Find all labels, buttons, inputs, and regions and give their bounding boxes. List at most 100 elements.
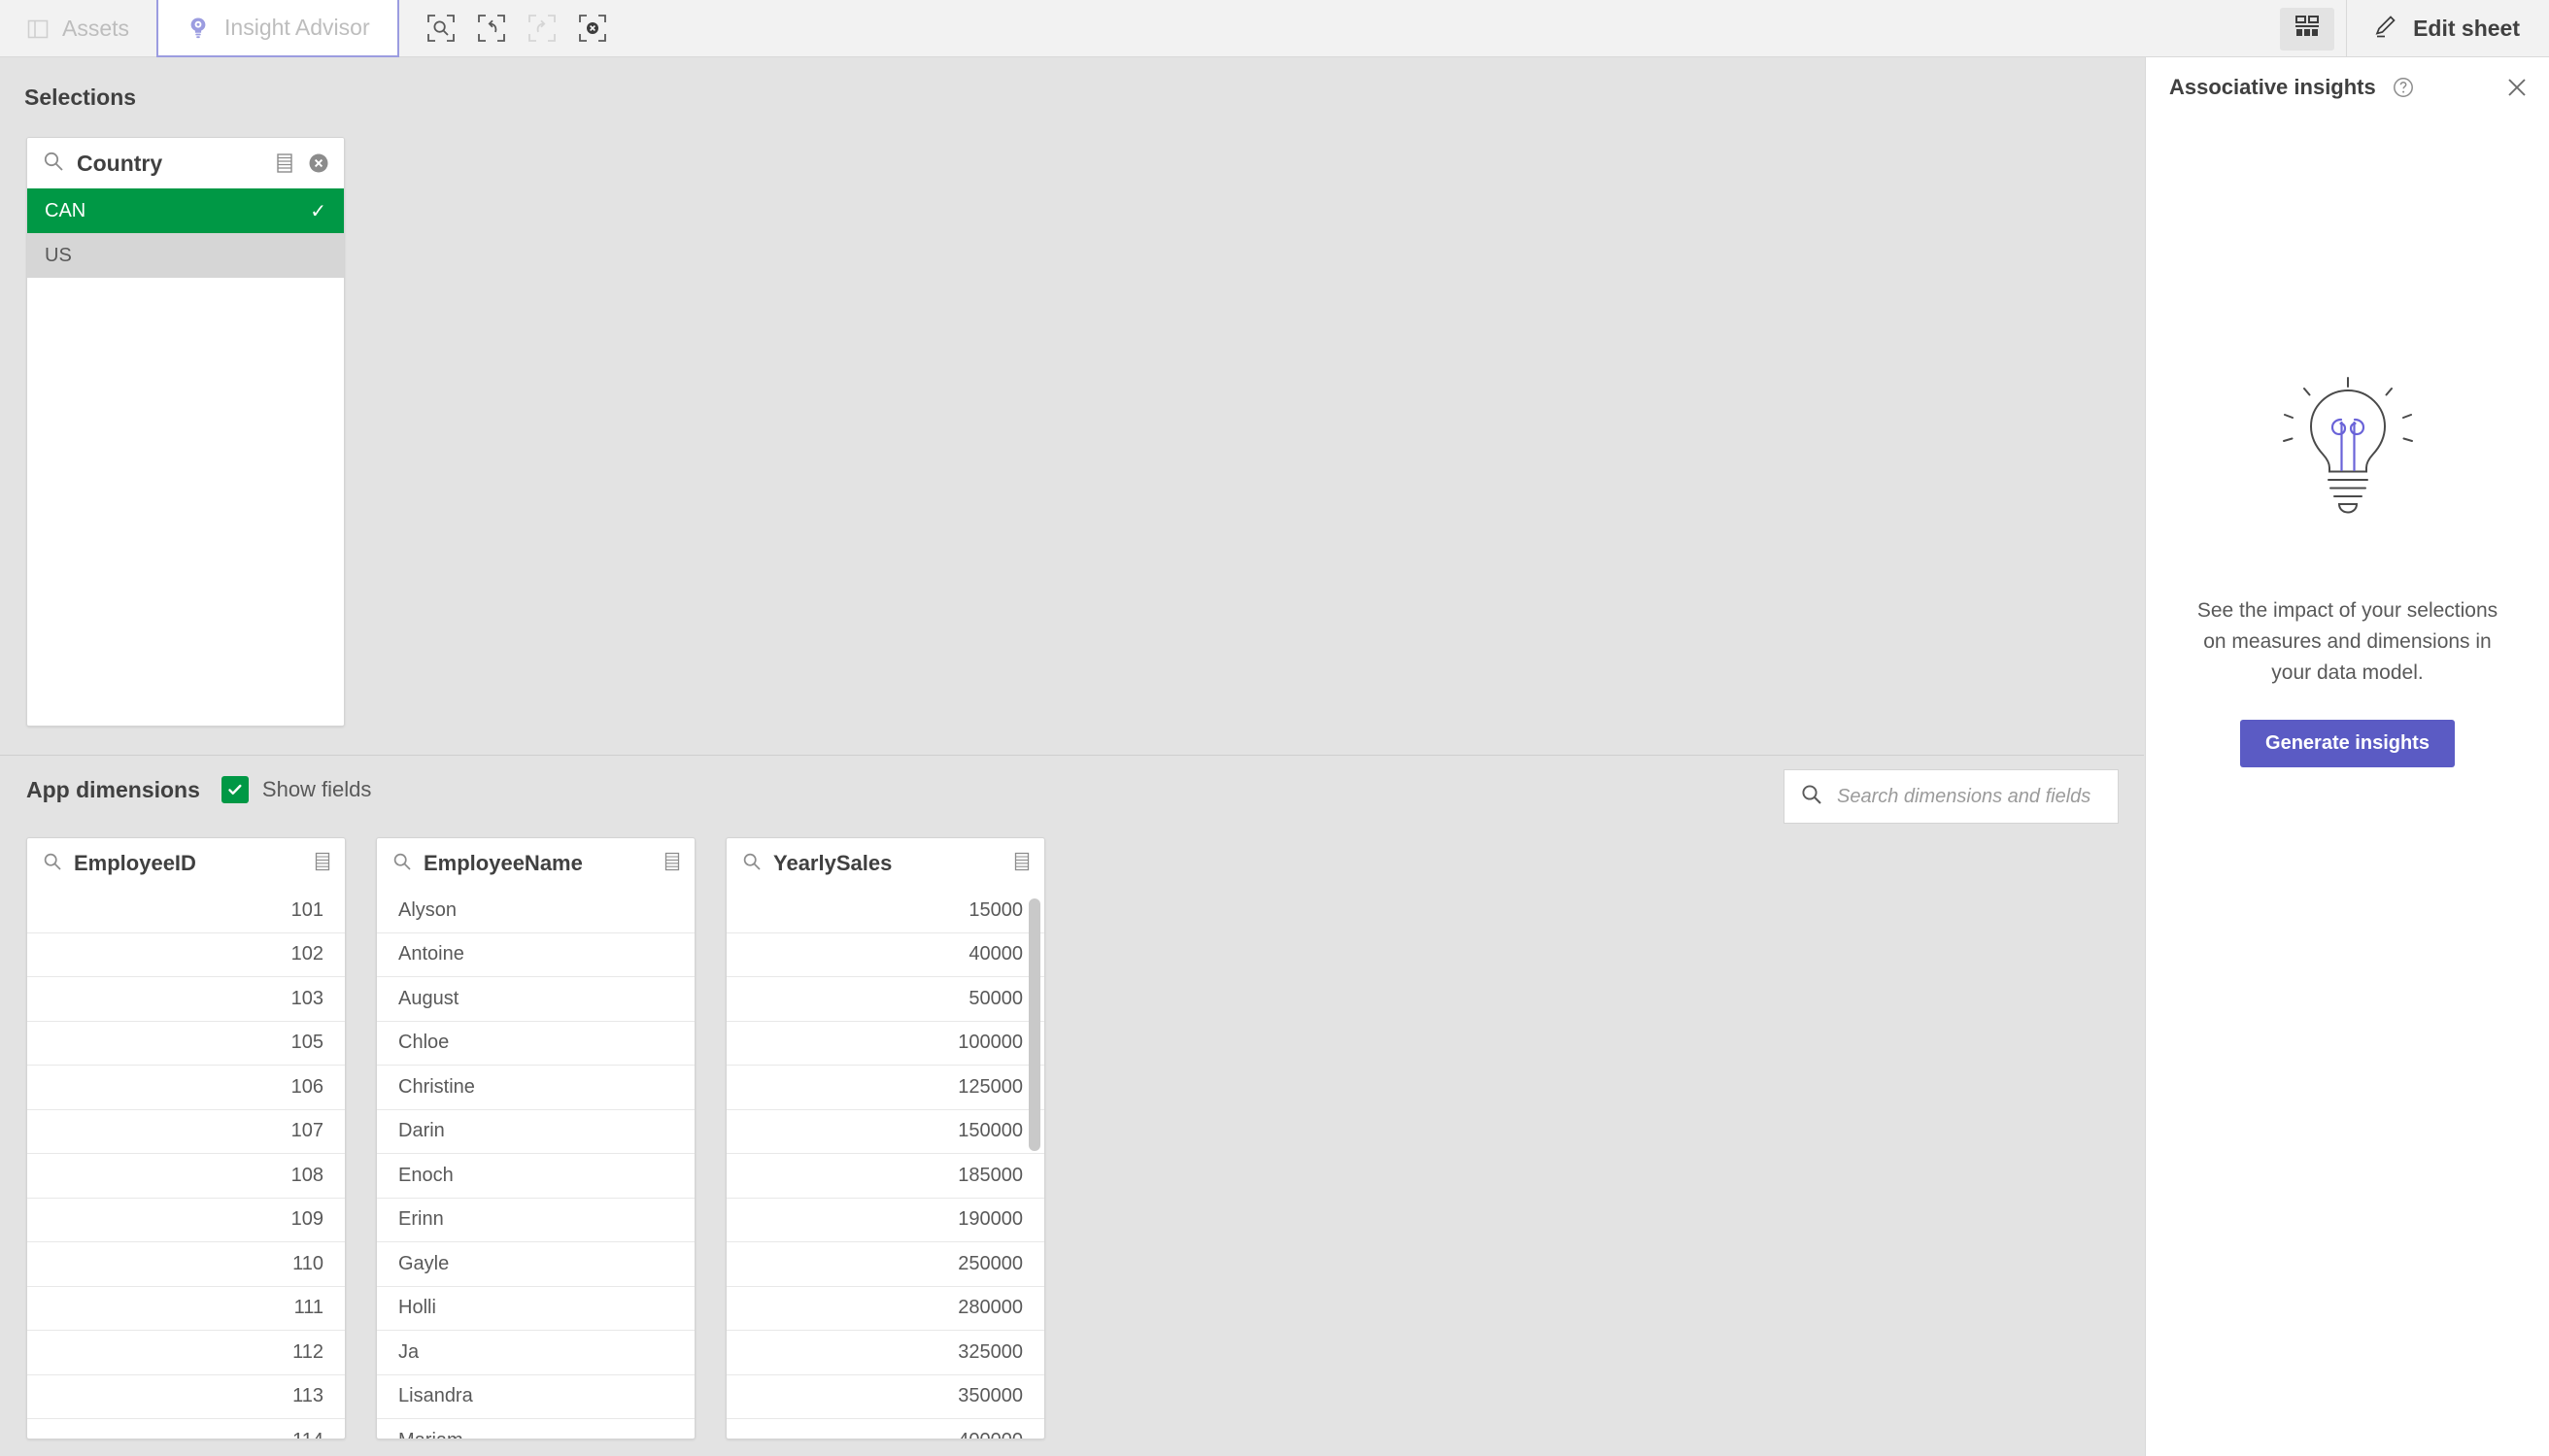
- field-value-row[interactable]: Alyson: [377, 889, 695, 933]
- selection-tools: [399, 0, 613, 56]
- field-value-row[interactable]: 400000: [727, 1419, 1044, 1439]
- field-value-row[interactable]: 111: [27, 1287, 345, 1331]
- clear-all-selections-button[interactable]: [572, 8, 613, 49]
- field-value-row[interactable]: 250000: [727, 1242, 1044, 1287]
- field-value-row[interactable]: Erinn: [377, 1199, 695, 1242]
- field-value-row[interactable]: 103: [27, 977, 345, 1022]
- field-value-row[interactable]: 280000: [727, 1287, 1044, 1331]
- list-menu-icon[interactable]: [663, 852, 681, 876]
- field-value-row[interactable]: 107: [27, 1110, 345, 1154]
- field-value: 110: [292, 1252, 323, 1274]
- field-value: Lisandra: [398, 1385, 473, 1407]
- field-value: 325000: [958, 1340, 1023, 1363]
- field-value-row[interactable]: 106: [27, 1066, 345, 1110]
- tab-assets[interactable]: Assets: [0, 0, 156, 57]
- checkbox-box: [221, 776, 249, 803]
- field-value-row[interactable]: Gayle: [377, 1242, 695, 1287]
- field-value-row[interactable]: 325000: [727, 1331, 1044, 1375]
- field-value-row[interactable]: 112: [27, 1331, 345, 1375]
- field-value-row[interactable]: 350000: [727, 1375, 1044, 1419]
- listbox-value-row[interactable]: CAN ✓: [27, 188, 344, 233]
- dimensions-search-box[interactable]: [1784, 769, 2119, 824]
- field-value-row[interactable]: 109: [27, 1199, 345, 1242]
- topbar-right-group: Edit sheet: [2280, 0, 2549, 57]
- field-value: Erinn: [398, 1208, 444, 1231]
- list-menu-icon[interactable]: [1013, 852, 1031, 876]
- field-value-row[interactable]: August: [377, 977, 695, 1022]
- clear-selection-icon[interactable]: [307, 152, 330, 175]
- field-value: Enoch: [398, 1164, 454, 1186]
- search-icon[interactable]: [392, 852, 412, 876]
- list-menu-icon[interactable]: [314, 852, 331, 876]
- field-value-row[interactable]: 15000: [727, 889, 1044, 933]
- field-value: 40000: [969, 943, 1023, 965]
- show-fields-checkbox[interactable]: Show fields: [221, 776, 372, 803]
- panel-title: Associative insights: [2169, 75, 2376, 99]
- field-value-row[interactable]: 190000: [727, 1199, 1044, 1242]
- field-value-row[interactable]: Ja: [377, 1331, 695, 1375]
- field-value-row[interactable]: Antoine: [377, 933, 695, 977]
- listbox-value-row[interactable]: US: [27, 233, 344, 278]
- field-value: 111: [293, 1297, 323, 1319]
- field-value-row[interactable]: Holli: [377, 1287, 695, 1331]
- field-value-row[interactable]: 105: [27, 1022, 345, 1066]
- listbox-country: Country CAN ✓ US: [26, 137, 345, 727]
- field-value-row[interactable]: 113: [27, 1375, 345, 1419]
- help-circle-icon[interactable]: [2392, 76, 2415, 99]
- close-icon[interactable]: [2504, 75, 2530, 100]
- field-value-row[interactable]: 108: [27, 1154, 345, 1199]
- edit-sheet-button[interactable]: Edit sheet: [2347, 0, 2549, 57]
- field-value-row[interactable]: 114: [27, 1419, 345, 1439]
- field-value: 112: [292, 1340, 323, 1363]
- field-value: 107: [290, 1120, 323, 1142]
- field-value: 100000: [958, 1032, 1023, 1054]
- field-value: 109: [290, 1208, 323, 1231]
- search-icon[interactable]: [43, 151, 64, 177]
- generate-insights-button[interactable]: Generate insights: [2240, 719, 2455, 767]
- field-value: 125000: [958, 1075, 1023, 1098]
- field-card-header: EmployeeName: [377, 838, 695, 889]
- field-value-row[interactable]: 40000: [727, 933, 1044, 977]
- field-value: 101: [290, 898, 323, 921]
- field-value: Ja: [398, 1340, 420, 1363]
- list-menu-icon[interactable]: [275, 152, 294, 174]
- field-value: Christine: [398, 1075, 475, 1098]
- vertical-scrollbar[interactable]: [1029, 898, 1040, 1151]
- step-back-button[interactable]: [471, 8, 512, 49]
- field-value: Chloe: [398, 1032, 450, 1054]
- field-card-list: EmployeeID 101 102 103 105 106 107 108 1…: [26, 837, 1045, 1439]
- field-value-row[interactable]: Christine: [377, 1066, 695, 1110]
- field-value-row[interactable]: 100000: [727, 1022, 1044, 1066]
- field-value-row[interactable]: Mariam: [377, 1419, 695, 1439]
- checkmark-icon: [228, 784, 242, 795]
- panel-icon: [27, 18, 49, 40]
- field-value-row[interactable]: 50000: [727, 977, 1044, 1022]
- sheet-grid-button[interactable]: [2280, 7, 2335, 51]
- field-value-row[interactable]: 150000: [727, 1110, 1044, 1154]
- field-value-row[interactable]: 102: [27, 933, 345, 977]
- search-icon[interactable]: [742, 852, 762, 876]
- show-fields-label: Show fields: [261, 777, 372, 801]
- field-value-row[interactable]: 101: [27, 889, 345, 933]
- tab-insight-advisor[interactable]: Insight Advisor: [156, 0, 399, 57]
- insight-bulb-icon: [186, 16, 211, 41]
- selections-title: Selections: [24, 85, 137, 110]
- field-value-row[interactable]: 185000: [727, 1154, 1044, 1199]
- field-value-rows: 101 102 103 105 106 107 108 109 110 111 …: [27, 889, 345, 1439]
- listbox-empty-area: [27, 278, 344, 726]
- field-value-row[interactable]: 125000: [727, 1066, 1044, 1110]
- smart-search-button[interactable]: [421, 8, 461, 49]
- field-value-row[interactable]: Chloe: [377, 1022, 695, 1066]
- field-value-row[interactable]: Lisandra: [377, 1375, 695, 1419]
- search-icon[interactable]: [43, 852, 62, 876]
- field-value-row[interactable]: Darin: [377, 1110, 695, 1154]
- field-value: 280000: [958, 1297, 1023, 1319]
- app-dimensions-header: App dimensions Show fields: [26, 776, 371, 803]
- app-dimensions-panel: App dimensions Show fields Search dimens…: [0, 757, 2144, 1456]
- search-icon: [1800, 783, 1823, 811]
- sheet-grid-icon: [2294, 15, 2320, 43]
- field-value-row[interactable]: 110: [27, 1242, 345, 1287]
- field-value-row[interactable]: Enoch: [377, 1154, 695, 1199]
- search-input[interactable]: [1837, 785, 2102, 808]
- field-value: 50000: [969, 987, 1023, 1009]
